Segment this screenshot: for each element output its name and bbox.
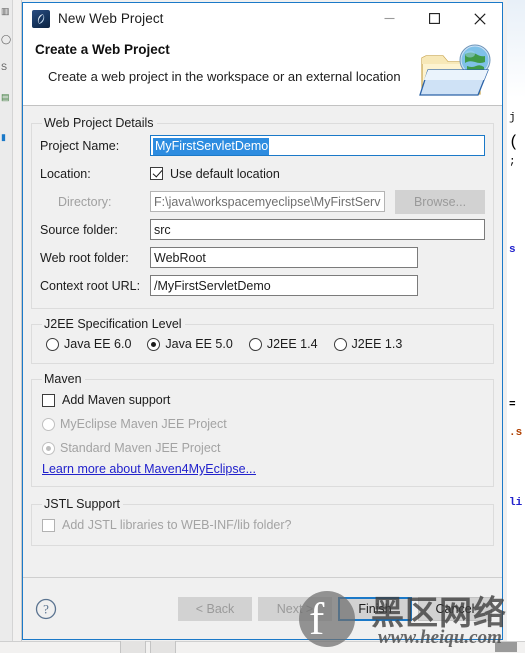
jstl-support-group: JSTL Support Add JSTL libraries to WEB-I…	[31, 497, 494, 546]
radio-myeclipse-maven-jee-project: MyEclipse Maven JEE Project	[42, 412, 485, 436]
ide-status-glyph	[495, 642, 517, 652]
ide-bottom-tab[interactable]	[120, 641, 146, 653]
project-name-label: Project Name:	[40, 138, 120, 153]
ide-right-gradient	[507, 0, 525, 98]
radio-circle-icon	[42, 441, 55, 455]
j2ee-spec-level-group: J2EE Specification Level Java EE 6.0 Jav…	[31, 317, 494, 364]
add-maven-support-label: Add Maven support	[62, 393, 171, 407]
checkbox-box-icon	[150, 167, 163, 180]
radio-label: J2EE 1.4	[266, 337, 318, 351]
web-root-folder-label: Web root folder:	[40, 250, 129, 265]
source-folder-input[interactable]	[150, 219, 485, 240]
ide-code-fragment: s	[509, 244, 516, 256]
project-name-row: Project Name: MyFirstServletDemo	[40, 132, 485, 159]
ide-code-fragment: li	[509, 497, 523, 509]
context-root-url-label: Context root URL:	[40, 278, 141, 293]
finish-button[interactable]: Finish	[338, 596, 412, 621]
ide-background-left: ▥ ◯ S ▤ ▮	[0, 0, 22, 653]
radio-circle-icon	[46, 337, 59, 351]
use-default-location-checkbox[interactable]: Use default location	[150, 162, 280, 186]
radio-label: MyEclipse Maven JEE Project	[60, 417, 227, 431]
radio-circle-icon	[42, 417, 55, 431]
ide-glyph-menu-icon: ▥	[1, 6, 10, 16]
radio-circle-icon	[333, 337, 347, 351]
radio-java-ee-5[interactable]: Java EE 5.0	[147, 337, 233, 351]
radio-java-ee-6[interactable]: Java EE 6.0	[46, 337, 131, 351]
add-jstl-libraries-label: Add JSTL libraries to WEB-INF/lib folder…	[62, 518, 292, 532]
cancel-button[interactable]: Cancel	[418, 596, 492, 621]
svg-text:?: ?	[43, 601, 49, 616]
ide-background-right	[507, 0, 525, 653]
maven-legend: Maven	[44, 372, 82, 386]
minimize-icon[interactable]	[367, 3, 412, 34]
radio-label: Standard Maven JEE Project	[60, 441, 221, 455]
ide-glyph-marker-icon: ▮	[1, 132, 6, 142]
ide-code-fragment: .s	[509, 427, 523, 439]
close-icon[interactable]	[457, 3, 502, 34]
window-controls	[367, 3, 502, 34]
ide-bottom-tab[interactable]	[150, 641, 176, 653]
ide-code-fragment: j	[509, 112, 516, 124]
radio-circle-icon	[248, 337, 262, 351]
jstl-support-legend: JSTL Support	[44, 497, 120, 511]
help-question-icon[interactable]: ?	[35, 598, 57, 620]
radio-label: Java EE 6.0	[64, 337, 132, 351]
browse-button: Browse...	[395, 189, 485, 214]
radio-j2ee-13[interactable]: J2EE 1.3	[333, 337, 403, 351]
web-project-details-legend: Web Project Details	[44, 116, 154, 130]
dialog-titlebar: New Web Project	[23, 3, 502, 34]
dialog-header: Create a Web Project Create a web projec…	[23, 34, 502, 106]
radio-standard-maven-jee-project: Standard Maven JEE Project	[42, 436, 485, 460]
folder-with-globe-icon	[418, 42, 496, 100]
dialog-body: Web Project Details Project Name: MyFirs…	[23, 106, 502, 577]
source-folder-row: Source folder:	[40, 216, 485, 243]
source-folder-label: Source folder:	[40, 222, 118, 237]
directory-label: Directory:	[58, 194, 112, 209]
myeclipse-icon	[32, 9, 50, 28]
radio-circle-icon	[147, 337, 161, 351]
ide-glyph-circle-icon: ◯	[1, 34, 12, 44]
maven4myeclipse-link[interactable]: Learn more about Maven4MyEclipse...	[42, 462, 256, 476]
location-row: Location: Use default location	[40, 160, 485, 187]
new-web-project-dialog: New Web Project Create a Web Project Cre…	[22, 2, 503, 640]
project-name-input[interactable]	[150, 135, 485, 156]
ide-code-fragment: =	[509, 399, 516, 411]
ide-glyph-page-icon: ▤	[1, 92, 10, 102]
context-root-url-input[interactable]	[150, 275, 418, 296]
next-button: Next >	[258, 596, 332, 621]
web-root-folder-row: Web root folder:	[40, 244, 485, 271]
checkbox-box-icon	[42, 518, 55, 532]
radio-label: J2EE 1.3	[351, 337, 403, 351]
ide-code-fragment: (	[509, 133, 519, 151]
location-label: Location:	[40, 166, 91, 181]
context-root-url-row: Context root URL:	[40, 272, 485, 299]
add-maven-support-checkbox[interactable]: Add Maven support	[42, 388, 485, 412]
checkbox-box-icon	[42, 393, 55, 407]
ide-glyph-s-icon: S	[1, 62, 8, 72]
maximize-icon[interactable]	[412, 3, 457, 34]
maven-group: Maven Add Maven support MyEclipse Maven …	[31, 372, 494, 487]
web-root-folder-input[interactable]	[150, 247, 418, 268]
radio-j2ee-14[interactable]: J2EE 1.4	[248, 337, 318, 351]
add-jstl-libraries-checkbox: Add JSTL libraries to WEB-INF/lib folder…	[42, 513, 485, 537]
dialog-title: New Web Project	[58, 11, 164, 26]
web-project-details-group: Web Project Details Project Name: MyFirs…	[31, 116, 494, 309]
ide-code-fragment: ;	[509, 156, 516, 168]
dialog-footer: ? < Back Next > Finish Cancel	[23, 577, 502, 639]
ide-bottom-bar	[0, 641, 525, 653]
use-default-location-label: Use default location	[170, 166, 280, 181]
back-button: < Back	[178, 596, 252, 621]
directory-row: Directory: Browse...	[40, 188, 485, 215]
j2ee-spec-level-legend: J2EE Specification Level	[44, 317, 182, 331]
directory-input	[150, 191, 385, 212]
radio-label: Java EE 5.0	[165, 337, 233, 351]
screen-root: ▥ ◯ S ▤ ▮ j ( ; s = .s li New Web Projec…	[0, 0, 525, 653]
